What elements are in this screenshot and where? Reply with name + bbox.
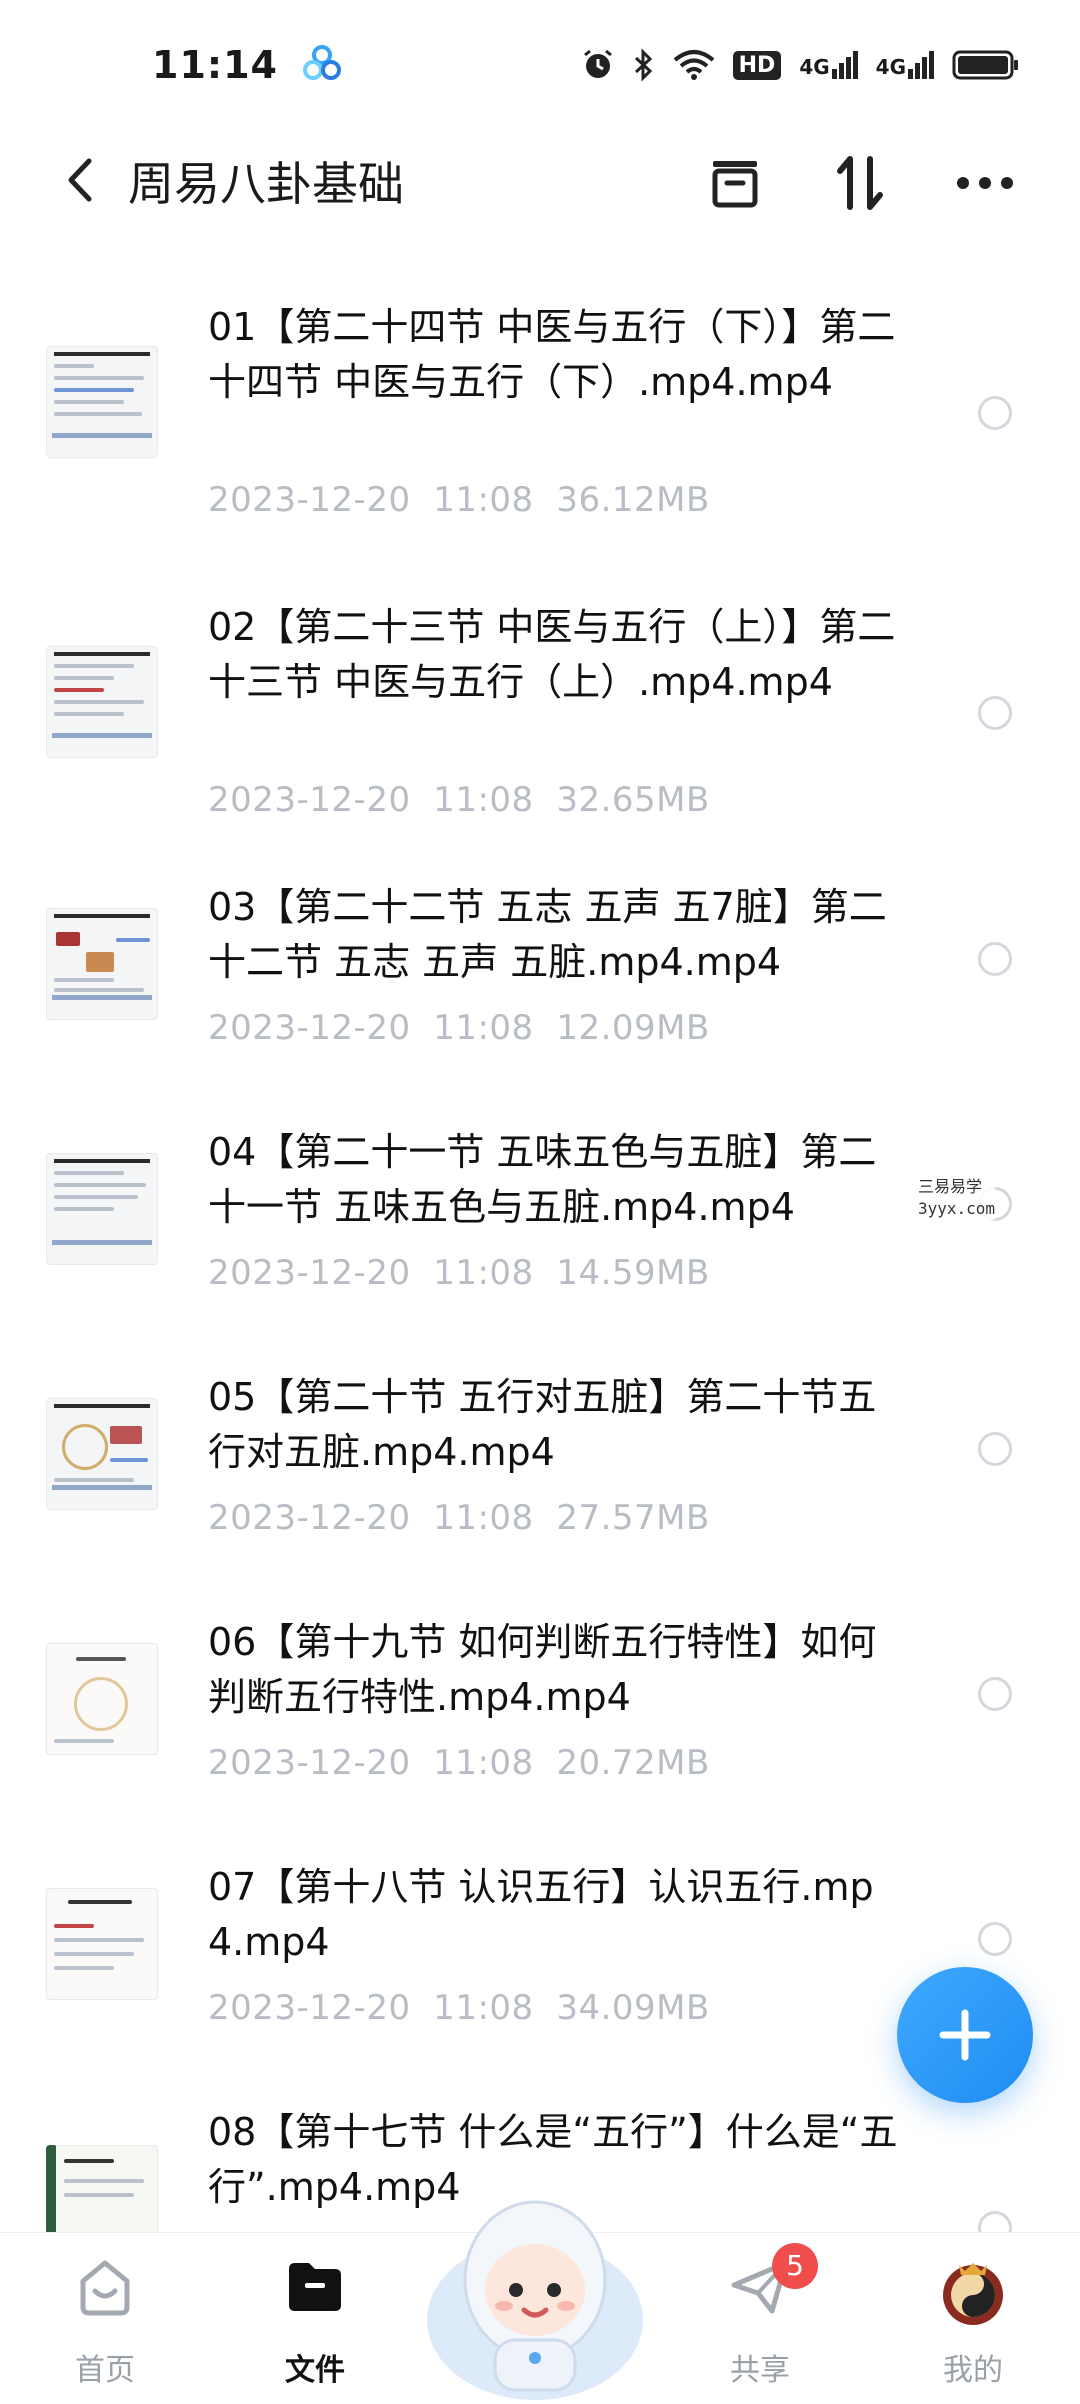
video-thumbnail xyxy=(46,1888,158,2000)
signal-icon-2: 4G xyxy=(876,51,934,79)
file-meta: 2023-12-20 11:08 14.59MB xyxy=(208,1253,710,1293)
select-radio[interactable] xyxy=(978,942,1012,976)
video-thumbnail xyxy=(46,346,158,458)
file-item[interactable]: 05【第二十节 五行对五脏】第二十节五行对五脏.mp4.mp4 2023-12-… xyxy=(0,1375,1080,1625)
watermark: 三易易学 3yyx.com xyxy=(918,1176,996,1220)
file-size: 36.12MB xyxy=(556,480,710,520)
assistant-mascot-button[interactable] xyxy=(420,2170,650,2400)
file-date: 2023-12-20 11:08 xyxy=(208,480,534,520)
sort-icon xyxy=(837,156,883,210)
file-date: 2023-12-20 11:08 xyxy=(208,1498,534,1538)
select-radio[interactable] xyxy=(978,1677,1012,1711)
chevron-left-icon xyxy=(68,158,92,202)
file-meta: 2023-12-20 11:08 20.72MB xyxy=(208,1743,710,1783)
multi-select-button[interactable] xyxy=(700,148,770,218)
file-date: 2023-12-20 11:08 xyxy=(208,1743,534,1783)
video-thumbnail xyxy=(46,646,158,758)
sort-button[interactable] xyxy=(825,148,895,218)
video-thumbnail xyxy=(46,1643,158,1755)
file-item[interactable]: 06【第十九节 如何判断五行特性】如何判断五行特性.mp4.mp4 2023-1… xyxy=(0,1620,1080,1870)
select-radio[interactable] xyxy=(978,696,1012,730)
file-meta: 2023-12-20 11:08 27.57MB xyxy=(208,1498,710,1538)
file-meta: 2023-12-20 11:08 36.12MB xyxy=(208,480,710,520)
file-name: 04【第二十一节 五味五色与五脏】第二十一节 五味五色与五脏.mp4.mp4 xyxy=(208,1130,877,1229)
archive-box-icon xyxy=(712,161,758,208)
file-size: 12.09MB xyxy=(556,1008,710,1048)
file-meta: 2023-12-20 11:08 34.09MB xyxy=(208,1988,710,2028)
share-badge: 5 xyxy=(772,2243,818,2289)
more-horizontal-icon xyxy=(957,177,1013,189)
file-name: 06【第十九节 如何判断五行特性】如何判断五行特性.mp4.mp4 xyxy=(208,1620,877,1719)
file-size: 34.09MB xyxy=(556,1988,710,2028)
file-name: 01【第二十四节 中医与五行（下）】第二十四节 中医与五行（下）.mp4.mp4 xyxy=(208,305,896,404)
add-button[interactable] xyxy=(897,1967,1033,2103)
battery-icon xyxy=(952,49,1020,81)
network-type-2: 4G xyxy=(875,55,906,79)
file-name: 05【第二十节 五行对五脏】第二十节五行对五脏.mp4.mp4 xyxy=(208,1375,877,1474)
nav-files-label: 文件 xyxy=(285,2353,345,2388)
file-date: 2023-12-20 11:08 xyxy=(208,1253,534,1293)
file-meta: 2023-12-20 11:08 12.09MB xyxy=(208,1008,710,1048)
file-size: 20.72MB xyxy=(556,1743,710,1783)
select-radio[interactable] xyxy=(978,396,1012,430)
nav-mine-label: 我的 xyxy=(943,2353,1003,2388)
nav-home-label: 首页 xyxy=(75,2353,135,2388)
header-bar: 周易八卦基础 xyxy=(0,130,1080,230)
file-size: 14.59MB xyxy=(556,1253,710,1293)
watermark-line-1: 三易易学 xyxy=(918,1177,983,1196)
nav-files[interactable]: 文件 xyxy=(235,2233,395,2401)
file-item[interactable]: 04【第二十一节 五味五色与五脏】第二十一节 五味五色与五脏.mp4.mp4 2… xyxy=(0,1130,1080,1380)
status-time: 11:14 xyxy=(152,43,278,87)
avatar xyxy=(943,2263,1003,2325)
file-meta: 2023-12-20 11:08 32.65MB xyxy=(208,780,710,820)
file-item[interactable]: 01【第二十四节 中医与五行（下）】第二十四节 中医与五行（下）.mp4.mp4… xyxy=(0,290,1080,590)
select-radio[interactable] xyxy=(978,1432,1012,1466)
video-thumbnail xyxy=(46,908,158,1020)
alarm-icon xyxy=(581,48,615,82)
hd-icon: HD xyxy=(732,50,782,80)
file-name: 07【第十八节 认识五行】认识五行.mp4.mp4 xyxy=(208,1865,874,1964)
video-thumbnail xyxy=(46,1153,158,1265)
nav-share-label: 共享 xyxy=(730,2353,790,2388)
video-thumbnail xyxy=(46,1398,158,1510)
file-date: 2023-12-20 11:08 xyxy=(208,1008,534,1048)
home-icon xyxy=(80,2260,130,2316)
file-item[interactable]: 02【第二十三节 中医与五行（上）】第二十三节 中医与五行（上）.mp4.mp4… xyxy=(0,590,1080,890)
more-options-button[interactable] xyxy=(950,148,1020,218)
nav-mine[interactable]: 我的 xyxy=(893,2233,1053,2401)
bluetooth-icon xyxy=(633,48,655,82)
baidu-netdisk-status-icon xyxy=(302,45,342,85)
file-name: 02【第二十三节 中医与五行（上）】第二十三节 中医与五行（上）.mp4.mp4 xyxy=(208,605,896,704)
network-type-1: 4G xyxy=(799,55,830,79)
status-bar: 11:14 HD 4G 4G xyxy=(0,0,1080,130)
plus-icon xyxy=(939,2009,991,2061)
watermark-line-2: 3yyx.com xyxy=(918,1199,996,1218)
page-title: 周易八卦基础 xyxy=(128,157,404,211)
wifi-icon xyxy=(673,49,715,81)
file-size: 27.57MB xyxy=(556,1498,710,1538)
file-date: 2023-12-20 11:08 xyxy=(208,780,534,820)
file-date: 2023-12-20 11:08 xyxy=(208,1988,534,2028)
mascot-icon xyxy=(427,2200,643,2400)
signal-icon-1: 4G xyxy=(799,51,858,79)
file-name: 03【第二十二节 五志 五声 五7脏】第二十二节 五志 五声 五脏.mp4.mp… xyxy=(208,885,887,984)
file-item[interactable]: 03【第二十二节 五志 五声 五7脏】第二十二节 五志 五声 五脏.mp4.mp… xyxy=(0,885,1080,1135)
back-button[interactable] xyxy=(50,150,110,210)
folder-icon xyxy=(289,2263,341,2311)
select-radio[interactable] xyxy=(978,1922,1012,1956)
nav-share[interactable]: 5 共享 xyxy=(680,2233,840,2401)
video-thumbnail xyxy=(46,2145,158,2235)
nav-home[interactable]: 首页 xyxy=(25,2233,185,2401)
file-size: 32.65MB xyxy=(556,780,710,820)
